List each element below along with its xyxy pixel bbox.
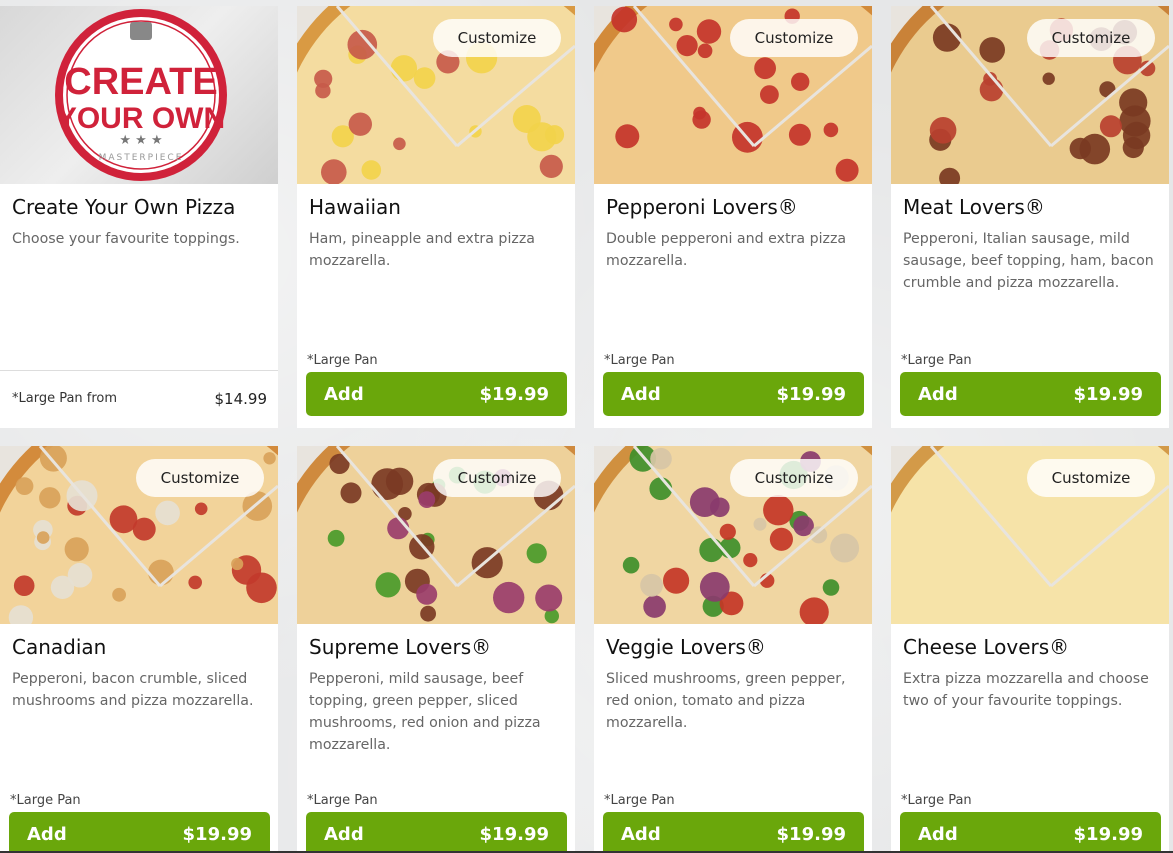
add-label: Add [918, 383, 958, 405]
card-title: Meat Lovers® [903, 195, 1045, 219]
price-label: $19.99 [776, 383, 846, 405]
add-label: Add [324, 823, 364, 845]
price-label: $19.99 [1073, 383, 1143, 405]
size-note: *Large Pan [901, 353, 972, 368]
price-label: $14.99 [214, 389, 268, 408]
badge-line3: MASTERPIECE [99, 153, 184, 163]
size-note: *Large Pan [307, 793, 378, 808]
price-label: $19.99 [1073, 823, 1143, 845]
add-to-cart-button[interactable]: Add $19.99 [306, 812, 567, 853]
add-to-cart-button[interactable]: Add $19.99 [306, 372, 567, 416]
card-description: Ham, pineapple and extra pizza mozzarell… [309, 231, 535, 269]
size-note: *Large Pan [10, 793, 81, 808]
card-description: Double pepperoni and extra pizza mozzare… [606, 231, 847, 269]
customize-button[interactable]: Customize [730, 459, 858, 497]
card-title: Veggie Lovers® [606, 635, 766, 659]
pizza-image: Customize [891, 446, 1169, 624]
card-title: Create Your Own Pizza [12, 195, 236, 219]
add-to-cart-button[interactable]: Add $19.99 [603, 812, 864, 853]
add-to-cart-button[interactable]: Add $19.99 [9, 812, 270, 853]
card-description: Extra pizza mozzarella and choose two of… [903, 671, 1149, 709]
create-your-own-image: CREATE YOUR OWN ★ ★ ★ MASTERPIECE [0, 6, 278, 184]
card-title: Hawaiian [309, 195, 401, 219]
customize-button[interactable]: Customize [433, 19, 561, 57]
pizza-image: Customize [297, 6, 575, 184]
add-to-cart-button[interactable]: Add $19.99 [900, 812, 1161, 853]
card-description: Pepperoni, mild sausage, beef topping, g… [309, 671, 541, 753]
customize-button[interactable]: Customize [1027, 19, 1155, 57]
pizza-image: Customize [297, 446, 575, 624]
price-label: $19.99 [479, 383, 549, 405]
badge-line1: CREATE [64, 61, 217, 103]
menu-card[interactable]: Customize Pepperoni Lovers® Double peppe… [594, 6, 872, 428]
add-label: Add [621, 823, 661, 845]
add-label: Add [324, 383, 364, 405]
chef-hat-icon [130, 22, 152, 40]
customize-button[interactable]: Customize [1027, 459, 1155, 497]
card-title: Supreme Lovers® [309, 635, 492, 659]
add-to-cart-button[interactable]: Add $19.99 [900, 372, 1161, 416]
add-label: Add [918, 823, 958, 845]
size-note: *Large Pan [604, 793, 675, 808]
svg-text:★ ★ ★: ★ ★ ★ [119, 133, 162, 148]
size-note: *Large Pan from [12, 391, 118, 406]
size-note: *Large Pan [604, 353, 675, 368]
pizza-image: Customize [594, 446, 872, 624]
add-label: Add [621, 383, 661, 405]
price-label: $19.99 [776, 823, 846, 845]
menu-card[interactable]: Customize Canadian Pepperoni, bacon crum… [0, 446, 278, 853]
pizza-image: Customize [891, 6, 1169, 184]
menu-card-create-your-own[interactable]: CREATE YOUR OWN ★ ★ ★ MASTERPIECE Create… [0, 6, 278, 428]
size-note: *Large Pan [901, 793, 972, 808]
create-your-own-badge: CREATE YOUR OWN ★ ★ ★ MASTERPIECE [55, 9, 227, 181]
customize-button[interactable]: Customize [433, 459, 561, 497]
card-description: Pepperoni, Italian sausage, mild sausage… [903, 231, 1154, 291]
card-title: Pepperoni Lovers® [606, 195, 798, 219]
price-label: $19.99 [479, 823, 549, 845]
pizza-image: Customize [594, 6, 872, 184]
menu-card[interactable]: Customize Hawaiian Ham, pineapple and ex… [297, 6, 575, 428]
size-note: *Large Pan [307, 353, 378, 368]
badge-line2: YOUR OWN [57, 102, 225, 135]
card-description: Choose your favourite toppings. [12, 231, 240, 247]
menu-card[interactable]: Customize Meat Lovers® Pepperoni, Italia… [891, 6, 1169, 428]
customize-button[interactable]: Customize [730, 19, 858, 57]
add-to-cart-button[interactable]: Add $19.99 [603, 372, 864, 416]
pizza-image: Customize [0, 446, 278, 624]
menu-card[interactable]: Customize Supreme Lovers® Pepperoni, mil… [297, 446, 575, 853]
card-description: Pepperoni, bacon crumble, sliced mushroo… [12, 671, 254, 709]
card-description: Sliced mushrooms, green pepper, red onio… [606, 671, 846, 731]
card-title: Cheese Lovers® [903, 635, 1070, 659]
create-your-own-footer[interactable]: *Large Pan from $14.99 [0, 370, 278, 426]
menu-card[interactable]: Customize Veggie Lovers® Sliced mushroom… [594, 446, 872, 853]
customize-button[interactable]: Customize [136, 459, 264, 497]
menu-card[interactable]: Customize Cheese Lovers® Extra pizza moz… [891, 446, 1169, 853]
add-label: Add [27, 823, 67, 845]
card-title: Canadian [12, 635, 107, 659]
price-label: $19.99 [182, 823, 252, 845]
